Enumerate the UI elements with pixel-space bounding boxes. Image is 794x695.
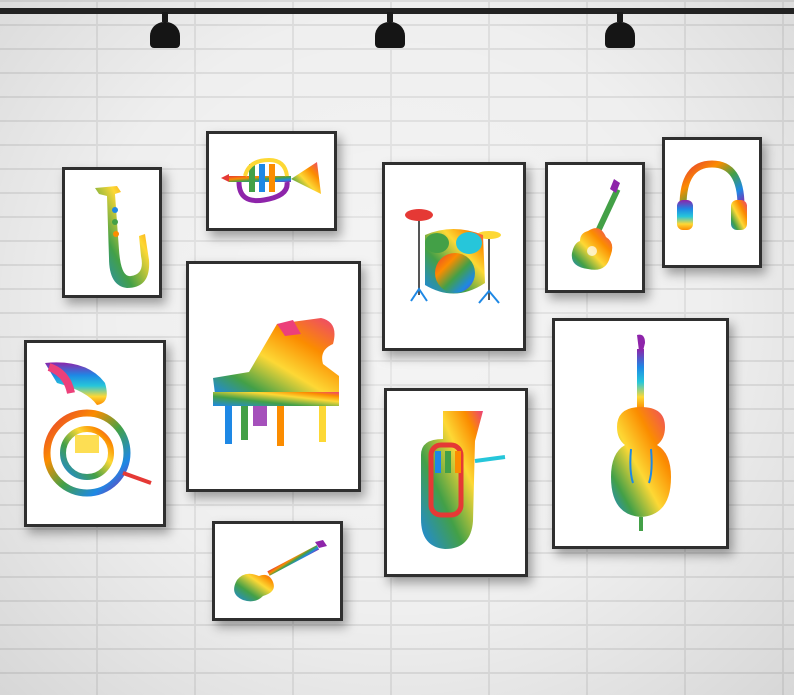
acoustic-guitar-print: [545, 162, 645, 293]
cello-print: [552, 318, 729, 549]
acoustic-guitar-icon: [571, 179, 621, 270]
electric-guitar-print: [212, 521, 343, 621]
cello-icon: [611, 334, 671, 531]
trumpet-icon: [221, 157, 321, 204]
drum-kit-print: [382, 162, 526, 351]
spotlight-left: [150, 12, 180, 48]
spotlight-right: [605, 12, 635, 48]
tuba-icon: [421, 411, 506, 549]
electric-guitar-icon: [234, 540, 327, 602]
french-horn-icon: [43, 362, 152, 497]
tuba-print: [384, 388, 528, 577]
drum-kit-icon: [405, 209, 501, 304]
grand-piano-icon: [213, 318, 339, 446]
french-horn-print: [24, 340, 166, 527]
headphones-icon: [677, 160, 747, 230]
headphones-print: [662, 137, 762, 268]
trumpet-print: [206, 131, 337, 231]
saxophone-icon: [95, 186, 150, 288]
saxophone-print: [62, 167, 162, 298]
grand-piano-print: [186, 261, 361, 492]
spotlight-center: [375, 12, 405, 48]
